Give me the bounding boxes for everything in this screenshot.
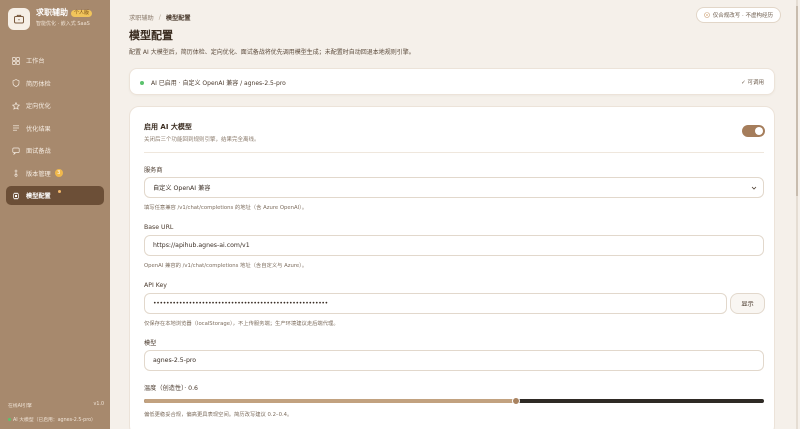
list-icon [12,124,20,132]
base-url-label: Base URL [144,224,174,231]
sidebar-item-label: 版本管理 [26,170,51,178]
grid-icon [12,56,20,65]
status-dot-icon [8,418,11,421]
temperature-label: 温度（创造性）· 0.6 [144,385,198,392]
toggle-knob [755,127,763,135]
api-key-label: API Key [144,282,167,289]
chevron-down-icon [751,185,757,191]
sidebar-item-label: 定向优化 [26,103,51,110]
provider-value: 自定义 OpenAI 兼容 [153,185,211,192]
temperature-slider[interactable] [144,397,764,405]
breadcrumb-root[interactable]: 求职辅助 [129,13,154,22]
version-icon [12,169,20,177]
temperature-hint: 偏低更稳妥合规，偏高更具表现空间。简历改写建议 0.2–0.4。 [144,412,293,418]
brand: 求职辅助 个人版 智能优化 · 嵌入式 SaaS [8,8,93,30]
chat-icon [12,147,20,155]
sidebar-item-label: 模型配置 [26,193,51,200]
base-url-input[interactable]: https://apihub.agnes-ai.com/v1 [144,235,764,256]
provider-hint: 填写任意兼容 /v1/chat/completions 的地址（含 Azure … [144,205,308,211]
app-version: v1.0 [93,402,104,407]
brand-badge: 个人版 [71,9,93,17]
enable-ai-description: 关闭后三个功能回到规则引擎，结果完全离线。 [144,137,260,143]
shield-icon [12,79,20,87]
sidebar-item-label: 面试备战 [26,148,51,155]
breadcrumb: 求职辅助 / 模型配置 [129,10,781,24]
main-content: 求职辅助 / 模型配置 仅合规改写 · 不虚构经历 模型配置 配置 AI 大模型… [110,0,798,429]
compliance-button-label: 仅合规改写 · 不虚构经历 [712,13,773,19]
base-url-value: https://apihub.agnes-ai.com/v1 [153,242,250,249]
compliance-button[interactable]: 仅合规改写 · 不虚构经历 [695,7,781,23]
sidebar-item-model-config[interactable]: 模型配置 [6,186,104,205]
status-dot-icon [140,80,144,85]
show-api-key-button[interactable]: 显示 [730,293,765,314]
sidebar-item-optimize-result[interactable]: 优化结果 [6,119,104,138]
enable-ai-toggle[interactable] [742,125,765,137]
brand-title: 求职辅助 [36,8,68,17]
star-icon [12,101,20,110]
engine-label: 在线AI引擎 [8,404,32,409]
sidebar-item-label: 简历体检 [26,80,51,88]
enable-ai-title: 启用 AI 大模型 [144,123,192,131]
enable-ai-row: 启用 AI 大模型 关闭后三个功能回到规则引擎，结果完全离线。 [144,122,765,143]
breadcrumb-separator: / [158,13,161,21]
model-value: agnes-2.5-pro [153,357,197,364]
divider [144,152,764,153]
topbar: 求职辅助 / 模型配置 仅合规改写 · 不虚构经历 [129,7,781,24]
version-count-badge: 3 [54,169,63,177]
api-key-hint: 仅保存在本地浏览器（localStorage），不上传服务端；生产环境建议走后端… [144,321,339,327]
slider-thumb[interactable] [512,397,520,405]
sidebar-footer: 在线AI引擎 v1.0 AI 大模型（已启用：agnes-2.5-pro） [8,402,104,423]
page-title: 模型配置 [129,29,173,42]
provider-select[interactable]: 自定义 OpenAI 兼容 [144,177,764,198]
engine-status: AI 大模型（已启用：agnes-2.5-pro） [13,418,96,423]
active-indicator-dot [58,190,61,193]
scrollbar[interactable] [796,0,798,429]
ai-status-card: AI 已启用 · 自定义 OpenAI 兼容 / agnes-2.5-pro ✓… [129,68,775,95]
ai-status-text: AI 已启用 · 自定义 OpenAI 兼容 / agnes-2.5-pro [151,80,286,87]
page-description: 配置 AI 大模型后，简历体检、定向优化、面试备战将优先调用模型生成；未配置时自… [129,49,415,56]
scrollbar-thumb[interactable] [796,6,798,196]
sidebar: 求职辅助 个人版 智能优化 · 嵌入式 SaaS 工作台 简历体检 定向优化 优… [0,0,110,429]
model-label: 模型 [144,340,157,347]
sidebar-item-workbench[interactable]: 工作台 [6,51,104,70]
api-key-masked-value: ••••••••••••••••••••••••••••••••••••••••… [153,300,328,307]
sidebar-item-targeted-optimize[interactable]: 定向优化 [6,96,104,115]
sidebar-item-resume-check[interactable]: 简历体检 [6,74,104,93]
base-url-hint: OpenAI 兼容的 /v1/chat/completions 地址（含自定义与… [144,263,308,269]
model-input[interactable]: agnes-2.5-pro [144,350,764,371]
briefcase-icon [8,8,30,30]
api-key-input[interactable]: ••••••••••••••••••••••••••••••••••••••••… [144,293,727,314]
provider-label: 服务商 [144,167,163,174]
cpu-icon [12,191,20,200]
breadcrumb-current: 模型配置 [165,14,191,22]
sidebar-item-interview-prep[interactable]: 面试备战 [6,141,104,160]
sidebar-item-version-manage[interactable]: 版本管理 3 [6,164,104,183]
sidebar-nav: 工作台 简历体检 定向优化 优化结果 面试备战 版本管理 3 模型配置 [6,51,104,209]
slider-fill [144,399,516,403]
info-icon [703,12,710,18]
sidebar-item-label: 优化结果 [26,125,51,133]
callable-status: ✓ 可调用 [741,80,764,86]
sidebar-item-label: 工作台 [26,58,45,65]
model-config-card: 启用 AI 大模型 关闭后三个功能回到规则引擎，结果完全离线。 服务商 自定义 … [129,106,775,429]
brand-subtitle: 智能优化 · 嵌入式 SaaS [36,21,90,27]
